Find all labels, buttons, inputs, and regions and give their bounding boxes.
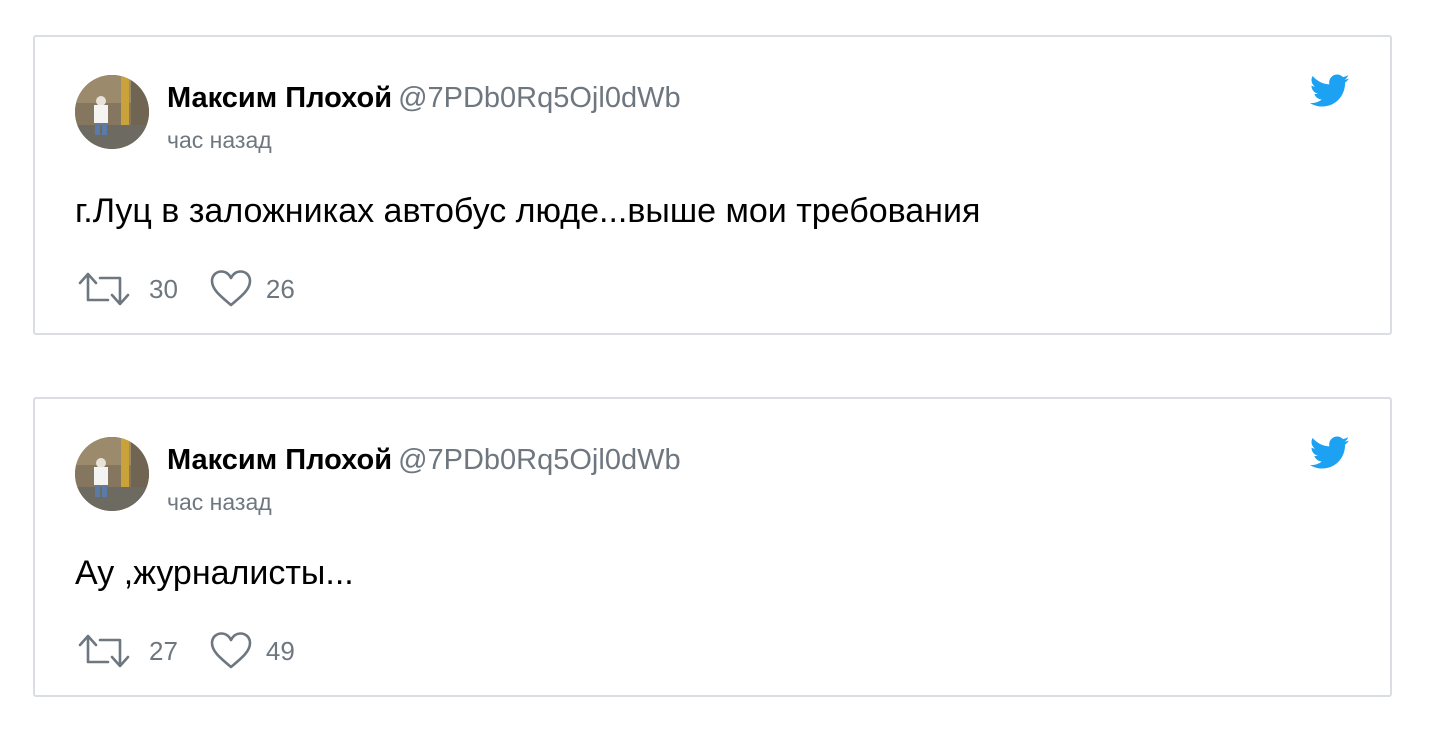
author-handle[interactable]: @7PDb0Rq5Ojl0dWb [398, 444, 681, 476]
avatar-photo [75, 437, 149, 511]
tweet-text: г.Луц в заложниках автобус люде...выше м… [75, 192, 981, 230]
avatar[interactable] [75, 437, 149, 511]
tweet-card[interactable]: Максим Плохой @7PDb0Rq5Ojl0dWb час назад … [33, 397, 1392, 697]
tweet-text: Ау ,журналисты... [75, 554, 354, 592]
tweet-timestamp[interactable]: час назад [167, 125, 272, 155]
like-count: 26 [265, 273, 295, 304]
retweet-count: 30 [149, 273, 178, 304]
like-count: 49 [265, 635, 295, 666]
like-button[interactable]: 49 [210, 631, 295, 671]
avatar[interactable] [75, 75, 149, 149]
retweet-count: 27 [149, 635, 178, 666]
author-handle[interactable]: @7PDb0Rq5Ojl0dWb [398, 82, 681, 114]
twitter-bird-icon[interactable] [1310, 436, 1350, 470]
tweet-author: Максим Плохой @7PDb0Rq5Ojl0dWb [167, 80, 681, 116]
retweet-button[interactable]: 30 [75, 269, 178, 309]
tweet-actions: 30 26 [75, 269, 295, 309]
tweet-card[interactable]: Максим Плохой @7PDb0Rq5Ojl0dWb час назад … [33, 35, 1392, 335]
heart-icon [210, 270, 252, 307]
tweet-actions: 27 49 [75, 631, 295, 671]
author-name[interactable]: Максим Плохой [167, 82, 392, 114]
retweet-icon [78, 272, 130, 306]
author-name[interactable]: Максим Плохой [167, 444, 392, 476]
avatar-photo [75, 75, 149, 149]
retweet-icon [78, 634, 130, 668]
tweet-author: Максим Плохой @7PDb0Rq5Ojl0dWb [167, 442, 681, 478]
twitter-bird-icon[interactable] [1310, 74, 1350, 108]
retweet-button[interactable]: 27 [75, 631, 178, 671]
heart-icon [210, 632, 252, 669]
like-button[interactable]: 26 [210, 269, 295, 309]
tweet-timestamp[interactable]: час назад [167, 487, 272, 517]
